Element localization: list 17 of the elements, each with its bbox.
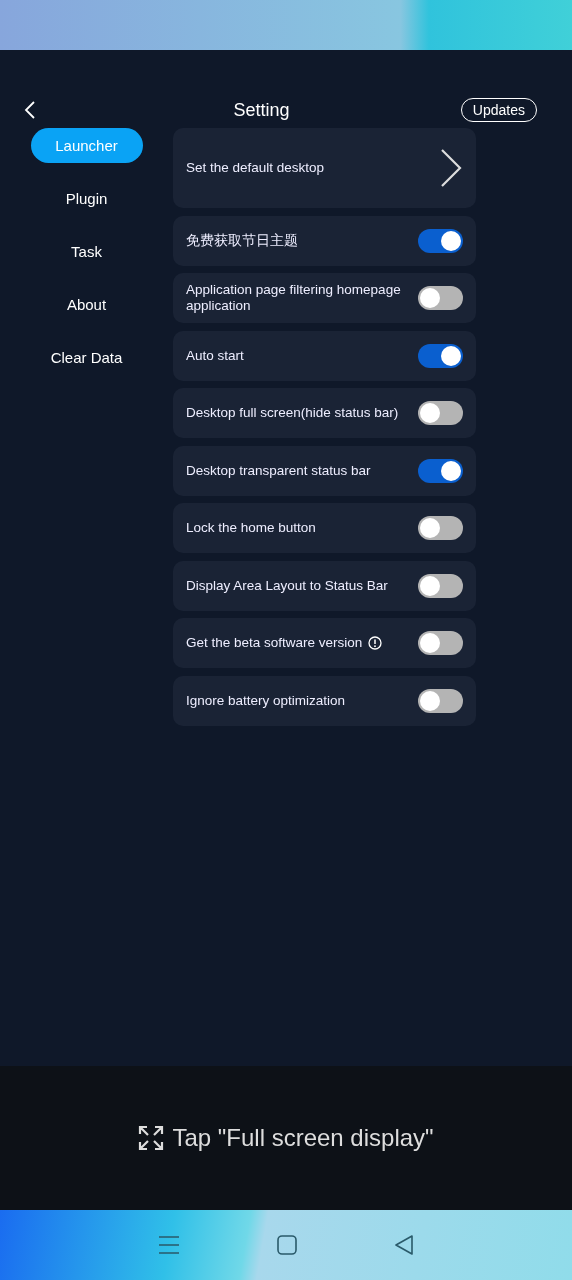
setting-label: Application page filtering homepage application [186,282,402,314]
page-title: Setting [232,99,291,121]
setting-label: Set the default desktop [186,160,325,176]
setting-label: Display Area Layout to Status Bar [186,577,388,594]
setting-label: Desktop transparent status bar [186,462,371,479]
hint-text: Tap "Full screen display" [172,1124,434,1152]
setting-label: Ignore battery optimization [186,692,346,709]
setting-label: Lock the home button [186,520,316,536]
sidebar-tab[interactable]: Task [30,234,143,269]
setting-label: Auto start [186,347,244,364]
setting-row[interactable]: Set the default desktop [173,128,476,208]
sidebar-tab[interactable]: Clear Data [30,340,143,375]
setting-label: Desktop full screen(hide status bar) [186,405,399,421]
sidebar-tab[interactable]: About [30,287,143,322]
setting-label: Get the beta software version [186,635,363,651]
sidebar-tab[interactable]: Plugin [30,181,143,216]
setting-label: 免费获取节日主题 [186,232,298,249]
